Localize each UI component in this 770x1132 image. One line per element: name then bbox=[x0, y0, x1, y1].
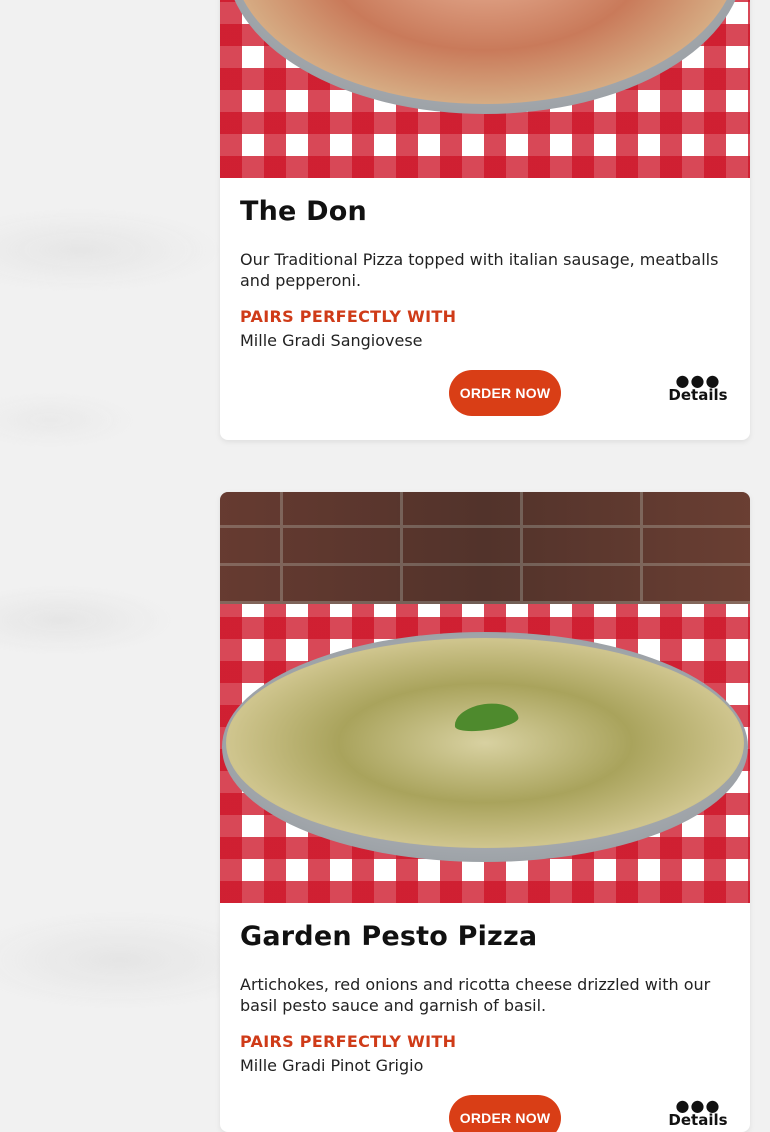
more-dots-icon: ●●● bbox=[675, 1096, 721, 1115]
pizza-image bbox=[226, 638, 744, 848]
menu-card-garden-pesto: Garden Pesto Pizza Artichokes, red onion… bbox=[220, 492, 750, 1132]
pairs-heading: PAIRS PERFECTLY WITH bbox=[240, 1032, 457, 1051]
menu-card-the-don: The Don Our Traditional Pizza topped wit… bbox=[220, 0, 750, 440]
item-title[interactable]: Garden Pesto Pizza bbox=[240, 903, 730, 952]
item-description: Our Traditional Pizza topped with italia… bbox=[240, 250, 719, 290]
details-button[interactable]: ●●● Details bbox=[658, 371, 738, 405]
order-now-button[interactable]: ORDER NOW bbox=[449, 370, 561, 416]
pairs-heading: PAIRS PERFECTLY WITH bbox=[240, 307, 457, 326]
order-now-button[interactable]: ORDER NOW bbox=[449, 1095, 561, 1132]
more-dots-icon: ●●● bbox=[675, 371, 721, 390]
details-button[interactable]: ●●● Details bbox=[658, 1096, 738, 1130]
pairs-value: Mille Gradi Pinot Grigio bbox=[240, 1056, 424, 1075]
details-label: Details bbox=[668, 1111, 728, 1129]
pairs-value: Mille Gradi Sangiovese bbox=[240, 331, 423, 350]
brick-wall-background bbox=[220, 492, 750, 604]
pizza-photo[interactable] bbox=[220, 492, 750, 903]
pizza-photo[interactable] bbox=[220, 0, 750, 178]
item-description: Artichokes, red onions and ricotta chees… bbox=[240, 975, 711, 1015]
item-title[interactable]: The Don bbox=[240, 178, 730, 227]
details-label: Details bbox=[668, 386, 728, 404]
